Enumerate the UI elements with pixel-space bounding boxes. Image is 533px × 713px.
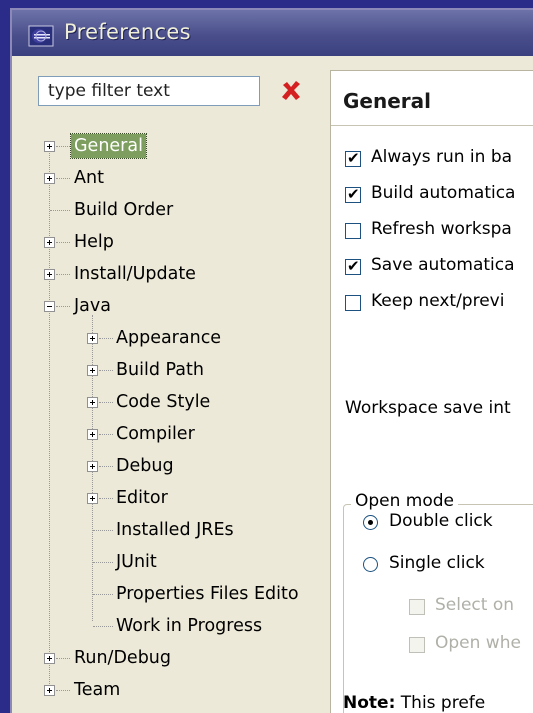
clear-filter-icon[interactable] bbox=[278, 78, 304, 104]
expand-icon[interactable] bbox=[44, 685, 55, 696]
option-label: Save automatica bbox=[371, 255, 515, 275]
note-body: This prefe bbox=[400, 693, 486, 713]
checkbox[interactable] bbox=[345, 149, 361, 167]
checkbox[interactable] bbox=[345, 295, 361, 311]
workspace-save-interval-label: Workspace save int bbox=[345, 398, 511, 418]
title-bar[interactable]: Preferences bbox=[12, 10, 533, 56]
checkbox[interactable] bbox=[345, 185, 361, 203]
expand-icon[interactable] bbox=[87, 429, 98, 440]
tree-item-label: Ant bbox=[74, 168, 104, 188]
option-label: Build automatica bbox=[371, 183, 516, 203]
expand-icon[interactable] bbox=[87, 397, 98, 408]
tree-item-label: Code Style bbox=[116, 392, 211, 412]
tree-item-label: Build Order bbox=[74, 200, 174, 220]
eclipse-window-icon bbox=[28, 25, 54, 47]
tree-item-label: Help bbox=[74, 232, 114, 252]
expand-icon[interactable] bbox=[87, 461, 98, 472]
option-label: Always run in ba bbox=[371, 147, 513, 167]
tree-item-label: Work in Progress bbox=[116, 616, 263, 636]
open-mode-title: Open mode bbox=[351, 491, 459, 511]
checkbox bbox=[409, 599, 425, 615]
tree-item-label: JUnit bbox=[116, 552, 157, 572]
tree-item-label: Java bbox=[74, 296, 111, 316]
expand-icon[interactable] bbox=[87, 333, 98, 344]
option-label: Select on bbox=[435, 595, 515, 615]
tree-item-label: Team bbox=[74, 680, 121, 700]
radio-label: Double click bbox=[389, 511, 493, 531]
note-label: Note: bbox=[343, 693, 396, 713]
option-label: Open whe bbox=[435, 633, 521, 653]
expand-icon[interactable] bbox=[44, 141, 55, 152]
tree-item-label: Install/Update bbox=[74, 264, 196, 284]
expand-icon[interactable] bbox=[44, 653, 55, 664]
tree-item-label: Appearance bbox=[116, 328, 222, 348]
checkbox[interactable] bbox=[345, 257, 361, 275]
tree-item-label: Compiler bbox=[116, 424, 195, 444]
radio-button[interactable] bbox=[363, 557, 378, 572]
tree-item-label: Debug bbox=[116, 456, 174, 476]
collapse-icon[interactable] bbox=[44, 301, 55, 312]
note-text: Note: This prefe bbox=[343, 693, 485, 713]
tree-item-label: Properties Files Edito bbox=[116, 584, 299, 604]
radio-button[interactable] bbox=[363, 515, 378, 530]
radio-label: Single click bbox=[389, 553, 485, 573]
divider bbox=[331, 125, 533, 126]
expand-icon[interactable] bbox=[87, 493, 98, 504]
expand-icon[interactable] bbox=[44, 237, 55, 248]
tree-item-label: Editor bbox=[116, 488, 168, 508]
filter-input[interactable] bbox=[38, 76, 260, 106]
checkbox bbox=[409, 637, 425, 653]
checkbox[interactable] bbox=[345, 223, 361, 239]
tree-item-label: Installed JREs bbox=[116, 520, 234, 540]
expand-icon[interactable] bbox=[44, 269, 55, 280]
expand-icon[interactable] bbox=[44, 173, 55, 184]
tree-item-label: General bbox=[70, 133, 147, 159]
option-label: Keep next/previ bbox=[371, 291, 505, 311]
tree-item-label: Run/Debug bbox=[74, 648, 172, 668]
option-label: Refresh workspa bbox=[371, 219, 512, 239]
preferences-window: Preferences General Ant Build Order Help bbox=[10, 8, 533, 713]
preference-page: General Always run in ba Build automatic… bbox=[330, 70, 533, 713]
tree-item-label: Build Path bbox=[116, 360, 204, 380]
expand-icon[interactable] bbox=[87, 365, 98, 376]
window-title: Preferences bbox=[64, 20, 191, 44]
page-title: General bbox=[343, 89, 431, 113]
tree-connector bbox=[49, 147, 50, 694]
